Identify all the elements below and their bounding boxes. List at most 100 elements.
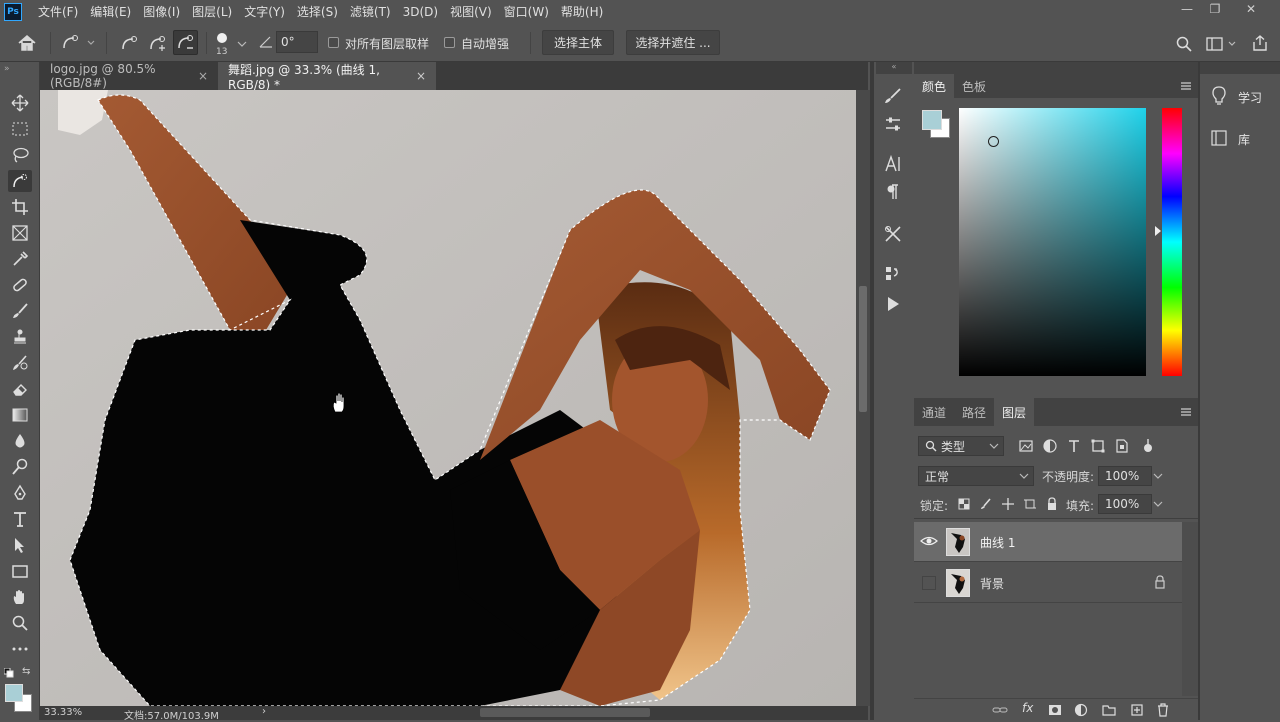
filter-shape-icon[interactable]	[1090, 438, 1106, 454]
panel-menu-icon[interactable]	[1180, 80, 1192, 92]
restore-button[interactable]: ❐	[1198, 0, 1232, 18]
close-icon[interactable]: ×	[198, 69, 208, 83]
fx-icon[interactable]: fx	[1022, 701, 1033, 715]
close-window-button[interactable]: ✕	[1234, 0, 1268, 18]
new-group-icon[interactable]	[1102, 703, 1116, 717]
scroll-thumb[interactable]	[859, 286, 867, 412]
marquee-tool-icon[interactable]	[8, 118, 32, 140]
hue-slider[interactable]	[1162, 108, 1182, 376]
tool-presets-icon[interactable]	[883, 224, 903, 244]
lock-pixels-icon[interactable]	[980, 498, 992, 510]
clone-stamp-tool-icon[interactable]	[8, 326, 32, 348]
menu-layer[interactable]: 图层(L)	[186, 0, 238, 24]
dodge-tool-icon[interactable]	[8, 456, 32, 478]
path-selection-tool-icon[interactable]	[8, 534, 32, 556]
layer-row-background[interactable]: 背景	[914, 563, 1182, 603]
collapse-toolbar-icon[interactable]: »	[4, 64, 10, 74]
swap-colors-icon[interactable]: ⇆	[22, 666, 34, 678]
new-selection-icon[interactable]	[118, 32, 140, 54]
default-colors-icon[interactable]	[3, 667, 14, 678]
visibility-toggle-empty[interactable]	[922, 576, 936, 590]
menu-image[interactable]: 图像(I)	[137, 0, 186, 24]
select-and-mask-button[interactable]: 选择并遮住 ...	[626, 30, 720, 55]
quick-select-preset-icon[interactable]	[58, 32, 98, 54]
filter-type-icon[interactable]	[1066, 438, 1082, 454]
layer-filter-dropdown[interactable]: 类型	[918, 436, 1004, 456]
panel-menu-icon[interactable]	[1180, 406, 1192, 418]
opacity-input[interactable]: 100%	[1098, 466, 1163, 486]
fill-input[interactable]: 100%	[1098, 494, 1163, 514]
blend-mode-dropdown[interactable]: 正常	[918, 466, 1034, 486]
filter-toggle-icon[interactable]	[1140, 438, 1156, 454]
link-layers-icon[interactable]	[992, 703, 1008, 717]
new-adjustment-icon[interactable]	[1074, 703, 1088, 717]
close-icon[interactable]: ×	[416, 69, 426, 83]
menu-view[interactable]: 视图(V)	[444, 0, 498, 24]
chevron-down-icon[interactable]	[236, 38, 248, 48]
zoom-tool-icon[interactable]	[8, 612, 32, 634]
tab-dance[interactable]: 舞蹈.jpg @ 33.3% (曲线 1, RGB/8) * ×	[218, 62, 436, 92]
menu-help[interactable]: 帮助(H)	[555, 0, 609, 24]
add-to-selection-icon[interactable]	[146, 32, 168, 54]
share-icon[interactable]	[1251, 34, 1269, 52]
lock-position-icon[interactable]	[1001, 497, 1015, 511]
document-canvas[interactable]	[40, 90, 856, 706]
filter-smart-object-icon[interactable]	[1114, 438, 1130, 454]
crop-tool-icon[interactable]	[8, 196, 32, 218]
quick-selection-tool-icon[interactable]	[8, 170, 32, 192]
layers-scrollbar[interactable]	[1182, 522, 1198, 696]
brush-tool-icon[interactable]	[8, 300, 32, 322]
workspace-icon[interactable]	[1206, 35, 1238, 53]
status-menu-arrow[interactable]: ›	[262, 706, 266, 717]
tab-swatches[interactable]: 色板	[954, 74, 994, 98]
type-tool-icon[interactable]	[8, 508, 32, 530]
brush-settings-icon[interactable]	[883, 86, 903, 106]
canvas-image[interactable]	[40, 90, 856, 706]
zoom-level[interactable]: 33.33%	[44, 707, 82, 718]
photoshop-logo[interactable]: Ps	[4, 3, 22, 21]
auto-enhance-checkbox[interactable]	[444, 37, 455, 48]
actions-play-icon[interactable]	[883, 294, 903, 314]
tab-logo[interactable]: logo.jpg @ 80.5%(RGB/8#) ×	[40, 62, 218, 90]
select-subject-button[interactable]: 选择主体	[542, 30, 614, 55]
tab-color[interactable]: 颜色	[914, 74, 955, 98]
angle-input[interactable]: 0°	[276, 31, 318, 53]
menu-3d[interactable]: 3D(D)	[397, 0, 444, 24]
menu-edit[interactable]: 编辑(E)	[84, 0, 137, 24]
add-mask-icon[interactable]	[1048, 703, 1062, 717]
trash-icon[interactable]	[1156, 702, 1170, 718]
horizontal-scroll-thumb[interactable]	[480, 708, 650, 717]
gradient-tool-icon[interactable]	[8, 404, 32, 426]
healing-brush-tool-icon[interactable]	[8, 274, 32, 296]
search-icon[interactable]	[1175, 35, 1193, 53]
pen-tool-icon[interactable]	[8, 482, 32, 504]
foreground-color-swatch[interactable]	[922, 110, 942, 130]
history-icon[interactable]	[883, 264, 903, 284]
vertical-scrollbar[interactable]	[856, 90, 870, 706]
color-picker-cursor[interactable]	[988, 136, 999, 147]
hand-tool-icon[interactable]	[8, 586, 32, 608]
home-icon[interactable]	[16, 33, 38, 53]
eye-icon[interactable]	[920, 534, 938, 548]
learn-item[interactable]: 学习	[1200, 82, 1280, 110]
eyedropper-tool-icon[interactable]	[8, 248, 32, 270]
menu-filter[interactable]: 滤镜(T)	[344, 0, 397, 24]
move-tool-icon[interactable]	[8, 92, 32, 114]
frame-tool-icon[interactable]	[8, 222, 32, 244]
lasso-tool-icon[interactable]	[8, 144, 32, 166]
collapse-icon[interactable]: «	[876, 62, 912, 74]
libraries-item[interactable]: 库	[1200, 124, 1280, 152]
menu-select[interactable]: 选择(S)	[291, 0, 344, 24]
filter-adjustment-icon[interactable]	[1042, 438, 1058, 454]
eraser-tool-icon[interactable]	[8, 378, 32, 400]
tab-channels[interactable]: 通道	[914, 398, 954, 426]
sample-all-layers-checkbox[interactable]	[328, 37, 339, 48]
paragraph-icon[interactable]	[883, 182, 903, 202]
new-layer-icon[interactable]	[1130, 703, 1144, 717]
layer-row-curves[interactable]: 曲线 1	[914, 522, 1182, 562]
subtract-from-selection-icon[interactable]	[173, 30, 198, 55]
adjustments-icon[interactable]	[883, 114, 903, 134]
saturation-brightness-field[interactable]	[959, 108, 1146, 376]
brush-size-icon[interactable]	[214, 31, 230, 45]
blur-tool-icon[interactable]	[8, 430, 32, 452]
